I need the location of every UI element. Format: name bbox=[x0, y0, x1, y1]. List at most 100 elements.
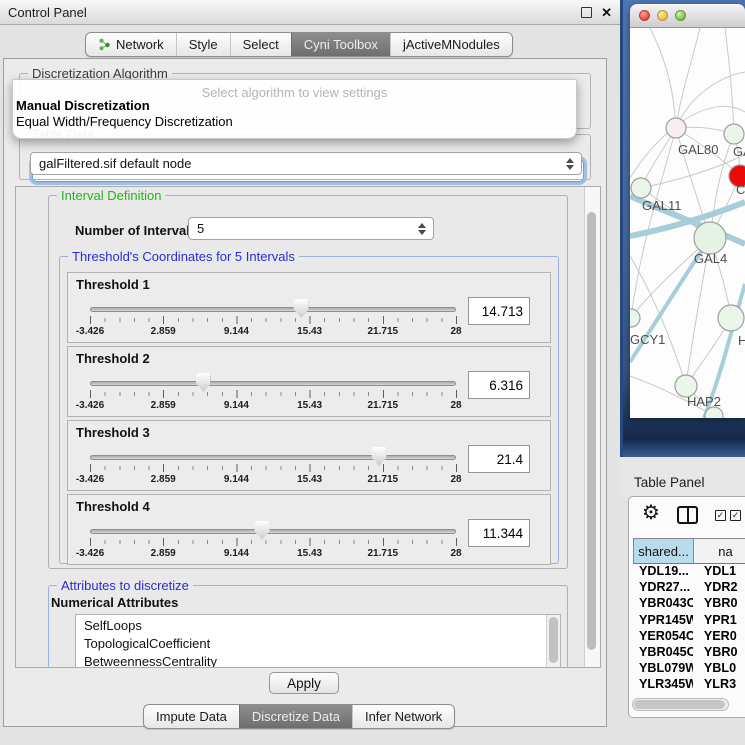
tab-discretize-data[interactable]: Discretize Data bbox=[239, 705, 352, 728]
threshold-value-field[interactable]: 14.713 bbox=[468, 297, 530, 325]
cell-name[interactable]: YLR3 bbox=[693, 677, 745, 693]
table-row[interactable]: YBL079WYBL0 bbox=[633, 661, 745, 677]
table-row[interactable]: YBR043CYBR0 bbox=[633, 596, 745, 612]
attributes-group: Attributes to discretize Numerical Attri… bbox=[48, 585, 568, 668]
cell-shared-name[interactable]: YBR045C bbox=[633, 645, 693, 661]
attribute-list-item[interactable]: TopologicalCoefficient bbox=[76, 635, 560, 653]
column-header-shared-name[interactable]: shared... bbox=[633, 539, 694, 563]
slider-track[interactable] bbox=[90, 307, 456, 312]
table-row[interactable]: YDL19...YDL1 bbox=[633, 564, 745, 580]
apply-button[interactable]: Apply bbox=[269, 672, 339, 694]
threshold-slider[interactable]: -3.4262.8599.14415.4321.71528 bbox=[90, 447, 456, 489]
label-gcy1: GCY1 bbox=[630, 332, 665, 347]
node-right[interactable] bbox=[718, 305, 744, 331]
slider-track[interactable] bbox=[90, 381, 456, 386]
tick-label: 15.43 bbox=[297, 400, 322, 411]
split-columns-icon[interactable] bbox=[677, 506, 698, 524]
slider-track[interactable] bbox=[90, 529, 456, 534]
network-window-titlebar bbox=[630, 4, 745, 28]
cell-name[interactable]: YBR0 bbox=[693, 645, 745, 661]
threshold-label: Threshold 4 bbox=[76, 499, 150, 514]
threshold-value-field[interactable]: 21.4 bbox=[468, 445, 530, 473]
node-top-right[interactable] bbox=[724, 124, 744, 144]
spinner-stepper-icon[interactable] bbox=[418, 223, 426, 235]
cell-shared-name[interactable]: YER054C bbox=[633, 629, 693, 645]
threshold-value-field[interactable]: 11.344 bbox=[468, 519, 530, 547]
network-canvas[interactable]: GAL80 GA C GAL11 GAL4 GCY1 H HAP2 bbox=[630, 28, 745, 418]
table-row[interactable]: YDR27...YDR2 bbox=[633, 580, 745, 596]
tab-network[interactable]: Network bbox=[86, 33, 176, 56]
tab-infer-network[interactable]: Infer Network bbox=[352, 705, 454, 728]
threshold-slider[interactable]: -3.4262.8599.14415.4321.71528 bbox=[90, 373, 456, 415]
threshold-label: Threshold 1 bbox=[76, 277, 150, 292]
table-row[interactable]: YIL053CYIL0 bbox=[633, 694, 745, 696]
tab-jactivemnodules[interactable]: jActiveMNodules bbox=[390, 33, 512, 56]
tab-select[interactable]: Select bbox=[230, 33, 291, 56]
thresholds-group: Threshold's Coordinates for 5 Intervals … bbox=[59, 256, 559, 564]
cell-name[interactable]: YDR2 bbox=[693, 580, 745, 596]
cell-shared-name[interactable]: YBL079W bbox=[633, 661, 693, 677]
cell-shared-name[interactable]: YDR27... bbox=[633, 580, 693, 596]
slider-tick-labels: -3.4262.8599.14415.4321.71528 bbox=[90, 326, 456, 338]
algorithm-option[interactable]: Equal Width/Frequency Discretization bbox=[16, 114, 233, 129]
table-row[interactable]: YBR045CYBR0 bbox=[633, 645, 745, 661]
column-header-name[interactable]: na bbox=[694, 539, 745, 563]
table-data-combobox[interactable]: galFiltered.sif default node bbox=[30, 152, 582, 175]
table-row[interactable]: YER054CYER0 bbox=[633, 629, 745, 645]
algorithm-option[interactable]: Manual Discretization bbox=[16, 98, 150, 113]
number-of-intervals-value: 5 bbox=[197, 221, 204, 236]
cell-name[interactable]: YIL0 bbox=[693, 694, 745, 696]
zoom-traffic-light-icon[interactable] bbox=[675, 10, 686, 21]
tab-style[interactable]: Style bbox=[176, 33, 230, 56]
settings-scrollbar-thumb[interactable] bbox=[587, 212, 596, 650]
attributes-list-scrollbar[interactable] bbox=[546, 615, 560, 668]
float-window-icon[interactable] bbox=[581, 7, 592, 18]
gear-icon[interactable]: ⚙ bbox=[642, 500, 660, 525]
threshold-slider[interactable]: -3.4262.8599.14415.4321.71528 bbox=[90, 299, 456, 341]
node-gal11[interactable] bbox=[631, 178, 651, 198]
node-gal80[interactable] bbox=[666, 118, 686, 138]
table-panel-header: Table Panel bbox=[620, 457, 745, 497]
table-horizontal-scrollbar[interactable] bbox=[632, 698, 729, 711]
slider-track[interactable] bbox=[90, 455, 456, 460]
label-gal11: GAL11 bbox=[642, 198, 682, 213]
close-traffic-light-icon[interactable] bbox=[639, 10, 650, 21]
table-panel-box: ⚙ ✓ ✓ shared... na YDL19...YDL1YDR27...Y… bbox=[628, 496, 745, 718]
table-hscrollbar-thumb[interactable] bbox=[634, 700, 725, 709]
cell-name[interactable]: YPR1 bbox=[693, 613, 745, 629]
cell-name[interactable]: YBR0 bbox=[693, 596, 745, 612]
cell-shared-name[interactable]: YLR345W bbox=[633, 677, 693, 693]
cell-shared-name[interactable]: YPR145W bbox=[633, 613, 693, 629]
settings-vertical-scrollbar[interactable] bbox=[584, 187, 600, 667]
label-ga-partial: GA bbox=[733, 144, 745, 159]
tab-impute-data[interactable]: Impute Data bbox=[144, 705, 239, 728]
close-icon[interactable]: ✕ bbox=[601, 6, 612, 19]
attributes-scrollbar-thumb[interactable] bbox=[549, 617, 558, 663]
threshold-slider[interactable]: -3.4262.8599.14415.4321.71528 bbox=[90, 521, 456, 563]
combo-stepper-icon[interactable] bbox=[566, 158, 574, 170]
cell-name[interactable]: YBL0 bbox=[693, 661, 745, 677]
cell-shared-name[interactable]: YDL19... bbox=[633, 564, 693, 580]
node-gcy1[interactable] bbox=[630, 309, 640, 327]
attributes-list[interactable]: SelfLoopsTopologicalCoefficientBetweenne… bbox=[75, 614, 561, 668]
tab-cyni-toolbox[interactable]: Cyni Toolbox bbox=[291, 33, 390, 56]
attribute-list-item[interactable]: SelfLoops bbox=[76, 617, 560, 635]
cell-shared-name[interactable]: YIL053C bbox=[633, 694, 693, 696]
tab-label: Style bbox=[189, 37, 218, 52]
attribute-list-item[interactable]: BetweennessCentrality bbox=[76, 653, 560, 668]
number-of-intervals-spinner[interactable]: 5 bbox=[188, 217, 434, 240]
node-gal4[interactable] bbox=[694, 222, 726, 254]
interval-definition-label: Interval Definition bbox=[57, 188, 165, 203]
table-row[interactable]: YLR345WYLR3 bbox=[633, 677, 745, 693]
threshold-value-field[interactable]: 6.316 bbox=[468, 371, 530, 399]
cell-name[interactable]: YDL1 bbox=[693, 564, 745, 580]
table-row[interactable]: YPR145WYPR1 bbox=[633, 613, 745, 629]
tick-label: 2.859 bbox=[151, 548, 176, 559]
cell-name[interactable]: YER0 bbox=[693, 629, 745, 645]
cell-shared-name[interactable]: YBR043C bbox=[633, 596, 693, 612]
tick-label: 21.715 bbox=[368, 474, 399, 485]
checkbox-icon[interactable]: ✓ bbox=[715, 510, 726, 521]
checkbox-icon[interactable]: ✓ bbox=[730, 510, 741, 521]
tick-label: -3.426 bbox=[76, 400, 104, 411]
minimize-traffic-light-icon[interactable] bbox=[657, 10, 668, 21]
